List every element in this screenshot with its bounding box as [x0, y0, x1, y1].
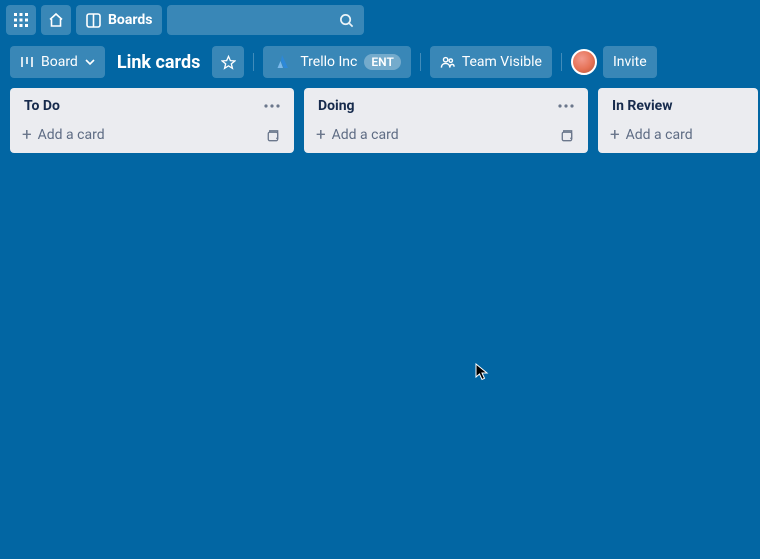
home-button[interactable] [41, 5, 71, 35]
list-title[interactable]: In Review [612, 98, 673, 114]
list-menu-button[interactable] [558, 104, 574, 108]
switch-view-label: Board [41, 54, 78, 70]
board-header: Board Link cards Trello Inc ENT Team Vis… [0, 40, 760, 88]
add-card-button[interactable]: + Add a card [610, 127, 693, 143]
add-card-label: Add a card [626, 127, 693, 143]
add-card-label: Add a card [332, 127, 399, 143]
more-icon [264, 104, 280, 108]
board-view-icon [20, 55, 34, 69]
plus-icon: + [610, 128, 620, 142]
more-icon [558, 104, 574, 108]
visibility-button[interactable]: Team Visible [430, 46, 552, 78]
divider [561, 53, 562, 71]
search-box[interactable] [167, 5, 364, 35]
org-button[interactable]: Trello Inc ENT [263, 46, 410, 78]
org-name: Trello Inc [300, 54, 357, 70]
home-icon [48, 12, 64, 28]
plus-icon: + [316, 128, 326, 142]
add-card-button[interactable]: + Add a card [316, 127, 399, 143]
avatar[interactable] [571, 49, 597, 75]
list-title[interactable]: Doing [318, 98, 355, 114]
template-button[interactable] [265, 128, 280, 143]
boards-label: Boards [108, 12, 152, 28]
top-nav: Boards [0, 0, 760, 40]
team-icon [440, 55, 455, 70]
plus-icon: + [22, 128, 32, 142]
invite-button[interactable]: Invite [603, 46, 657, 78]
template-button[interactable] [559, 128, 574, 143]
board-canvas: To Do + Add a card Doing + Add a ca [0, 88, 760, 153]
template-icon [265, 128, 280, 143]
list-inreview: In Review + Add a card [598, 88, 758, 153]
boards-icon [86, 13, 101, 28]
board-title[interactable]: Link cards [111, 46, 207, 78]
add-card-label: Add a card [38, 127, 105, 143]
template-icon [559, 128, 574, 143]
chevron-down-icon [85, 57, 95, 67]
star-button[interactable] [212, 46, 244, 78]
visibility-label: Team Visible [462, 54, 542, 70]
add-card-button[interactable]: + Add a card [22, 127, 105, 143]
boards-button[interactable]: Boards [76, 5, 162, 35]
list-todo: To Do + Add a card [10, 88, 294, 153]
divider [420, 53, 421, 71]
apps-icon [13, 12, 29, 28]
switch-view-button[interactable]: Board [10, 46, 105, 78]
org-badge: ENT [364, 54, 400, 70]
atlassian-icon [273, 52, 293, 72]
star-icon [221, 55, 236, 70]
apps-button[interactable] [6, 5, 36, 35]
search-icon [339, 13, 354, 28]
divider [253, 53, 254, 71]
list-title[interactable]: To Do [24, 98, 60, 114]
list-doing: Doing + Add a card [304, 88, 588, 153]
list-menu-button[interactable] [264, 104, 280, 108]
mouse-cursor [475, 363, 489, 381]
